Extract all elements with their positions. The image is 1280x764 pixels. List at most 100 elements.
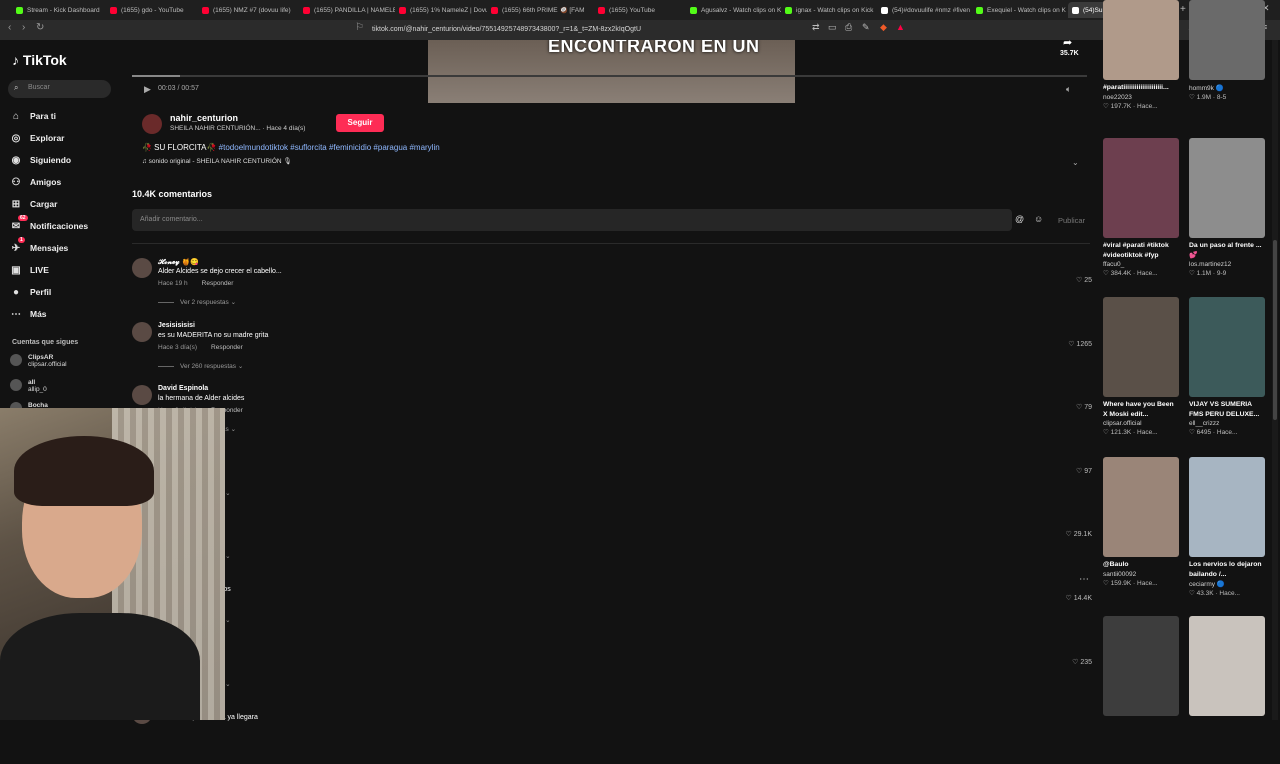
forward-icon[interactable]: › (22, 22, 25, 33)
video-author[interactable]: ffacu0_ (1103, 261, 1179, 268)
video-title[interactable]: #paratiiiiiiiiiiiiiiiiiiiii... (1103, 83, 1179, 93)
video-title[interactable]: Where have you Been X Moski edit... (1103, 400, 1179, 419)
comment-like-count[interactable]: ♡ 97 (1076, 467, 1092, 475)
commenter-avatar[interactable] (132, 322, 152, 342)
description-hashtags[interactable]: #todoelmundotiktok #suflorcita #feminici… (219, 143, 440, 152)
browser-tab[interactable]: (1655) 66th PRIME 🥥 [FAM (487, 2, 594, 18)
sidebar-item-messages[interactable]: 1 ✈ Mensajes (10, 237, 68, 256)
commenter-name[interactable]: Jesisisisisi (158, 322, 195, 329)
new-tab-button[interactable]: + (1180, 4, 1186, 15)
author-name[interactable]: nahir_centurion (170, 113, 238, 123)
related-video-card[interactable]: Los nervios lo dejaron bailando /... ceci… (1189, 457, 1265, 597)
back-icon[interactable]: ‹ (8, 22, 11, 33)
sidebar-item-compass[interactable]: ◎ Explorar (10, 130, 65, 146)
brave-shield-icon[interactable]: ◆ (880, 22, 887, 33)
reply-button[interactable]: Responder (202, 280, 234, 287)
sidebar-item-upload[interactable]: ⊞ Cargar (10, 196, 58, 212)
browser-tab[interactable]: (1655) 1% NameleZ | Dovu (395, 2, 487, 18)
related-video-card[interactable]: #viral #parati #tiktok #videotiktok #fyp… (1103, 138, 1179, 277)
related-video-card[interactable]: #paratiiiiiiiiiiiiiiiiiiiii... noe22023 ♡ … (1103, 0, 1179, 110)
commenter-name[interactable]: David Espinola (158, 385, 208, 392)
commenter-avatar[interactable] (132, 258, 152, 278)
sidebar-item-following[interactable]: ◉ Siguiendo (10, 152, 71, 168)
publish-button[interactable]: Publicar (1058, 216, 1085, 225)
video-thumbnail[interactable] (1103, 457, 1179, 557)
related-video-card[interactable]: homm9k 🔵 ♡ 1.9M · 8-5 (1189, 0, 1265, 101)
extension-icon-4[interactable]: ✎ (862, 22, 870, 33)
video-title[interactable]: Da un paso al frente ... 💕 (1189, 241, 1265, 260)
comment-input[interactable]: Añadir comentario... (132, 209, 1012, 231)
sidebar-item-home[interactable]: ⌂ Para ti (10, 108, 56, 124)
related-video-card[interactable]: Where have you Been X Moski edit... clips… (1103, 297, 1179, 436)
extension-icon-1[interactable]: ⇄ (812, 22, 820, 33)
following-account[interactable]: all allip_0 (10, 379, 47, 393)
view-replies-button[interactable]: Ver 260 respuestas ⌄ (158, 362, 243, 370)
sidebar-item-live[interactable]: ▣ LIVE (10, 262, 49, 278)
browser-tab[interactable]: (1655) YouTube (594, 2, 686, 18)
video-thumbnail[interactable] (1189, 616, 1265, 716)
video-thumbnail[interactable] (1103, 297, 1179, 397)
sidebar-item-friends[interactable]: ⚇ Amigos (10, 174, 62, 190)
video-author[interactable]: los.martinez12 (1189, 261, 1265, 268)
volume-icon[interactable]: 🔈︎ (1066, 84, 1071, 95)
scrollbar-thumb[interactable] (1273, 240, 1277, 420)
extension-icon-3[interactable]: ⎙ (845, 22, 852, 33)
bookmark-icon[interactable]: ⚐ (355, 22, 364, 33)
browser-tab[interactable]: (1655) PANDILLA | NAMELE (299, 2, 395, 18)
video-author[interactable]: clipsar.official (1103, 420, 1179, 427)
video-author[interactable]: ell__crizzz (1189, 420, 1265, 427)
sidebar-item-bell[interactable]: 62 ✉ Notificaciones (10, 215, 88, 234)
video-thumbnail[interactable] (1189, 457, 1265, 557)
comment-like-count[interactable]: ♡ 25 (1076, 276, 1092, 284)
extension-icon-2[interactable]: ▭ (828, 22, 837, 33)
video-thumbnail[interactable] (1189, 297, 1265, 397)
browser-tab[interactable]: (1655) gdo - YouTube (106, 2, 198, 18)
video-author[interactable]: santii00092 (1103, 571, 1179, 578)
related-video-card[interactable] (1189, 616, 1265, 720)
expand-description-icon[interactable]: ⌄ (1072, 158, 1079, 167)
sidebar-item-profile[interactable]: ● Perfil (10, 284, 51, 300)
video-progress-bar[interactable] (132, 75, 1087, 77)
view-replies-button[interactable]: Ver 2 respuestas ⌄ (158, 298, 236, 306)
browser-tab[interactable]: Agusalvz - Watch clips on K (686, 2, 781, 18)
following-account[interactable]: ClipsAR clipsar.official (10, 354, 67, 368)
video-title[interactable]: #viral #parati #tiktok #videotiktok #fyp (1103, 241, 1179, 260)
related-video-card[interactable] (1103, 616, 1179, 720)
follow-button[interactable]: Seguir (336, 114, 384, 132)
browser-tab[interactable]: ignax - Watch clips on Kick (781, 2, 877, 18)
share-icon[interactable]: ➦ (1063, 36, 1072, 49)
video-thumbnail[interactable] (1103, 616, 1179, 716)
comment-more-icon[interactable]: ⋯ (1079, 574, 1089, 585)
related-video-card[interactable]: Da un paso al frente ... 💕 los.martinez12… (1189, 138, 1265, 277)
video-author[interactable]: homm9k 🔵 (1189, 84, 1265, 92)
video-title[interactable]: VIJAY VS SUMERIA FMS PERU DELUXE... (1189, 400, 1265, 419)
tiktok-logo[interactable]: ♪ TikTok (12, 52, 67, 68)
video-thumbnail[interactable] (1189, 138, 1265, 238)
related-video-card[interactable]: @Baulo santii00092 ♡ 159.9K · Hace... (1103, 457, 1179, 587)
emoji-icon[interactable]: ☺ (1034, 214, 1043, 224)
video-title[interactable]: @Baulo (1103, 560, 1179, 570)
video-thumbnail[interactable] (1189, 0, 1265, 80)
comment-like-count[interactable]: ♡ 1265 (1068, 340, 1092, 348)
reload-icon[interactable]: ↻ (36, 22, 44, 33)
video-title[interactable]: Los nervios lo dejaron bailando /... (1189, 560, 1265, 579)
video-author[interactable]: ceciarmy 🔵 (1189, 580, 1265, 588)
video-thumbnail[interactable] (1103, 138, 1179, 238)
play-icon[interactable]: ▶ (144, 84, 151, 95)
author-avatar[interactable] (142, 114, 162, 134)
sidebar-item-more[interactable]: ⋯ Más (10, 306, 47, 322)
browser-tab[interactable]: Stream - Kick Dashboard (12, 2, 106, 18)
video-thumbnail[interactable] (1103, 0, 1179, 80)
browser-tab[interactable]: Exequiel - Watch clips on K (972, 2, 1068, 18)
browser-tab[interactable]: (1655) NMZ #7 (dovuu life) (198, 2, 299, 18)
commenter-name[interactable]: 𝓗𝓸𝓷𝓮𝔂 🍯😋 (158, 258, 199, 267)
comment-like-count[interactable]: ♡ 29.1K (1065, 530, 1092, 538)
video-player[interactable]: ENCONTRARON EN UN (428, 40, 795, 103)
sound-link[interactable]: ♫ sonido original - SHEILA NAHIR CENTURI… (142, 157, 292, 165)
reply-button[interactable]: Responder (211, 344, 243, 351)
comment-like-count[interactable]: ♡ 14.4K (1065, 594, 1092, 602)
comment-like-count[interactable]: ♡ 79 (1076, 403, 1092, 411)
comment-like-count[interactable]: ♡ 235 (1072, 658, 1092, 666)
related-video-card[interactable]: VIJAY VS SUMERIA FMS PERU DELUXE... ell__… (1189, 297, 1265, 436)
video-author[interactable]: noe22023 (1103, 94, 1179, 101)
